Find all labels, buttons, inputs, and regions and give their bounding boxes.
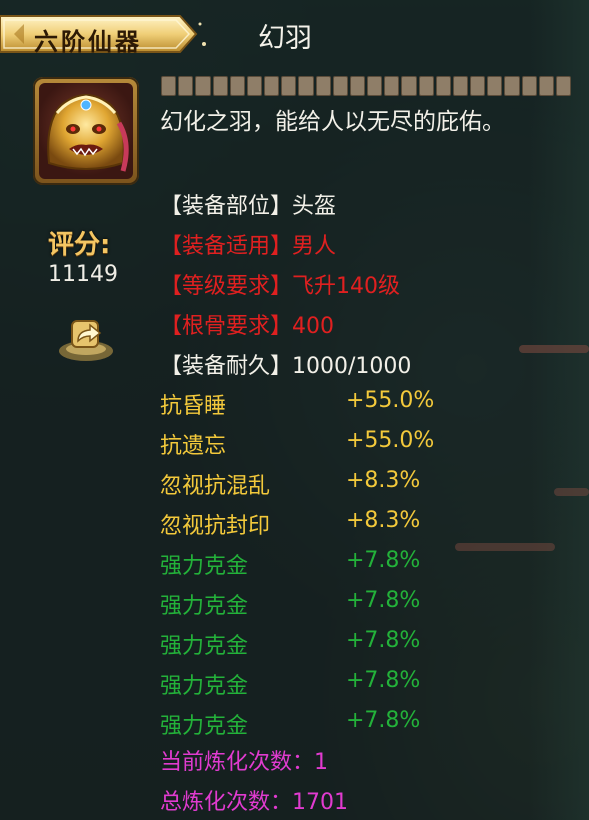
progress-segment bbox=[452, 76, 469, 96]
progress-segment bbox=[315, 76, 331, 96]
equip-info-value: 1000/1000 bbox=[292, 354, 412, 379]
progress-segment bbox=[264, 76, 280, 96]
attribute-value: +7.8% bbox=[346, 548, 421, 573]
share-icon bbox=[59, 320, 113, 361]
share-button[interactable] bbox=[56, 311, 116, 363]
progress-segment bbox=[504, 76, 520, 96]
progress-segment bbox=[332, 76, 348, 96]
equip-info-label: 【装备适用】 bbox=[160, 234, 293, 259]
attribute-name: 抗遗忘 bbox=[160, 434, 227, 459]
progress-segment bbox=[367, 76, 383, 96]
item-description: 幻化之羽，能给人以无尽的庇佑。 bbox=[160, 109, 505, 135]
progress-segment bbox=[470, 76, 486, 96]
background-bar bbox=[455, 543, 555, 551]
progress-segment bbox=[435, 76, 451, 96]
progress-segment bbox=[384, 76, 400, 96]
progress-segment bbox=[212, 76, 228, 96]
score-value: 11149 bbox=[48, 262, 118, 287]
item-name: 幻羽 bbox=[258, 23, 312, 54]
attribute-value: +7.8% bbox=[346, 588, 421, 613]
background-bar bbox=[519, 345, 589, 353]
background-bar bbox=[554, 488, 589, 496]
item-tooltip-panel: 六阶仙器 幻羽 评分: 11149 幻化之羽，能给人以无尽的庇佑。 【装备部位】… bbox=[0, 0, 589, 820]
equip-info-value: 400 bbox=[292, 314, 335, 339]
attribute-value: +55.0% bbox=[346, 388, 435, 413]
progress-segment bbox=[487, 76, 503, 96]
equip-info-row: 【装备部位】头盔 bbox=[160, 188, 336, 220]
attribute-name: 强力克金 bbox=[160, 594, 249, 619]
equip-info-label: 【等级要求】 bbox=[160, 274, 293, 299]
attribute-value: +7.8% bbox=[346, 668, 421, 693]
attribute-value: +55.0% bbox=[346, 428, 435, 453]
grade-badge: 六阶仙器 bbox=[0, 10, 210, 58]
equip-info-row: 【根骨要求】400 bbox=[160, 308, 334, 340]
grade-label: 六阶仙器 bbox=[34, 28, 142, 56]
equip-info-value: 飞升140级 bbox=[292, 274, 401, 299]
progress-segment bbox=[521, 76, 537, 96]
attribute-name: 忽视抗混乱 bbox=[160, 474, 271, 499]
equip-info-row: 【等级要求】飞升140级 bbox=[160, 268, 400, 300]
total-refine-label: 总炼化次数： bbox=[160, 790, 293, 815]
progress-segment bbox=[281, 76, 297, 96]
attribute-value: +8.3% bbox=[346, 508, 421, 533]
item-icon-frame[interactable] bbox=[33, 77, 139, 185]
refine-progress-bar bbox=[161, 76, 572, 96]
progress-segment bbox=[161, 76, 177, 96]
equip-info-label: 【根骨要求】 bbox=[160, 314, 293, 339]
total-refine-value: 1701 bbox=[292, 790, 349, 815]
equip-info-label: 【装备耐久】 bbox=[160, 354, 293, 379]
total-refine-row: 总炼化次数：1701 bbox=[160, 784, 348, 816]
attribute-value: +7.8% bbox=[346, 708, 421, 733]
attribute-value: +7.8% bbox=[346, 628, 421, 653]
equip-info-value: 男人 bbox=[292, 234, 337, 259]
progress-segment bbox=[555, 76, 572, 96]
attribute-name: 强力克金 bbox=[160, 674, 249, 699]
attribute-name: 忽视抗封印 bbox=[160, 514, 271, 539]
attribute-value: +8.3% bbox=[346, 468, 421, 493]
attribute-name: 强力克金 bbox=[160, 554, 249, 579]
current-refine-row: 当前炼化次数：1 bbox=[160, 744, 328, 776]
progress-segment bbox=[298, 76, 314, 96]
progress-segment bbox=[229, 76, 245, 96]
equip-info-row: 【装备适用】男人 bbox=[160, 228, 336, 260]
equip-info-row: 【装备耐久】1000/1000 bbox=[160, 348, 411, 380]
attribute-name: 强力克金 bbox=[160, 714, 249, 739]
progress-segment bbox=[178, 76, 194, 96]
attribute-name: 强力克金 bbox=[160, 634, 249, 659]
progress-segment bbox=[418, 76, 434, 96]
progress-segment bbox=[538, 76, 554, 96]
progress-segment bbox=[246, 76, 263, 96]
attribute-name: 抗昏睡 bbox=[160, 394, 227, 419]
progress-segment bbox=[401, 76, 417, 96]
equip-info-label: 【装备部位】 bbox=[160, 194, 293, 219]
progress-segment bbox=[349, 76, 366, 96]
score-label: 评分: bbox=[48, 230, 111, 260]
current-refine-label: 当前炼化次数： bbox=[160, 750, 315, 775]
equip-info-value: 头盔 bbox=[292, 194, 337, 219]
golden-lion-helmet-icon bbox=[47, 94, 129, 172]
progress-segment bbox=[195, 76, 211, 96]
current-refine-value: 1 bbox=[314, 750, 329, 775]
